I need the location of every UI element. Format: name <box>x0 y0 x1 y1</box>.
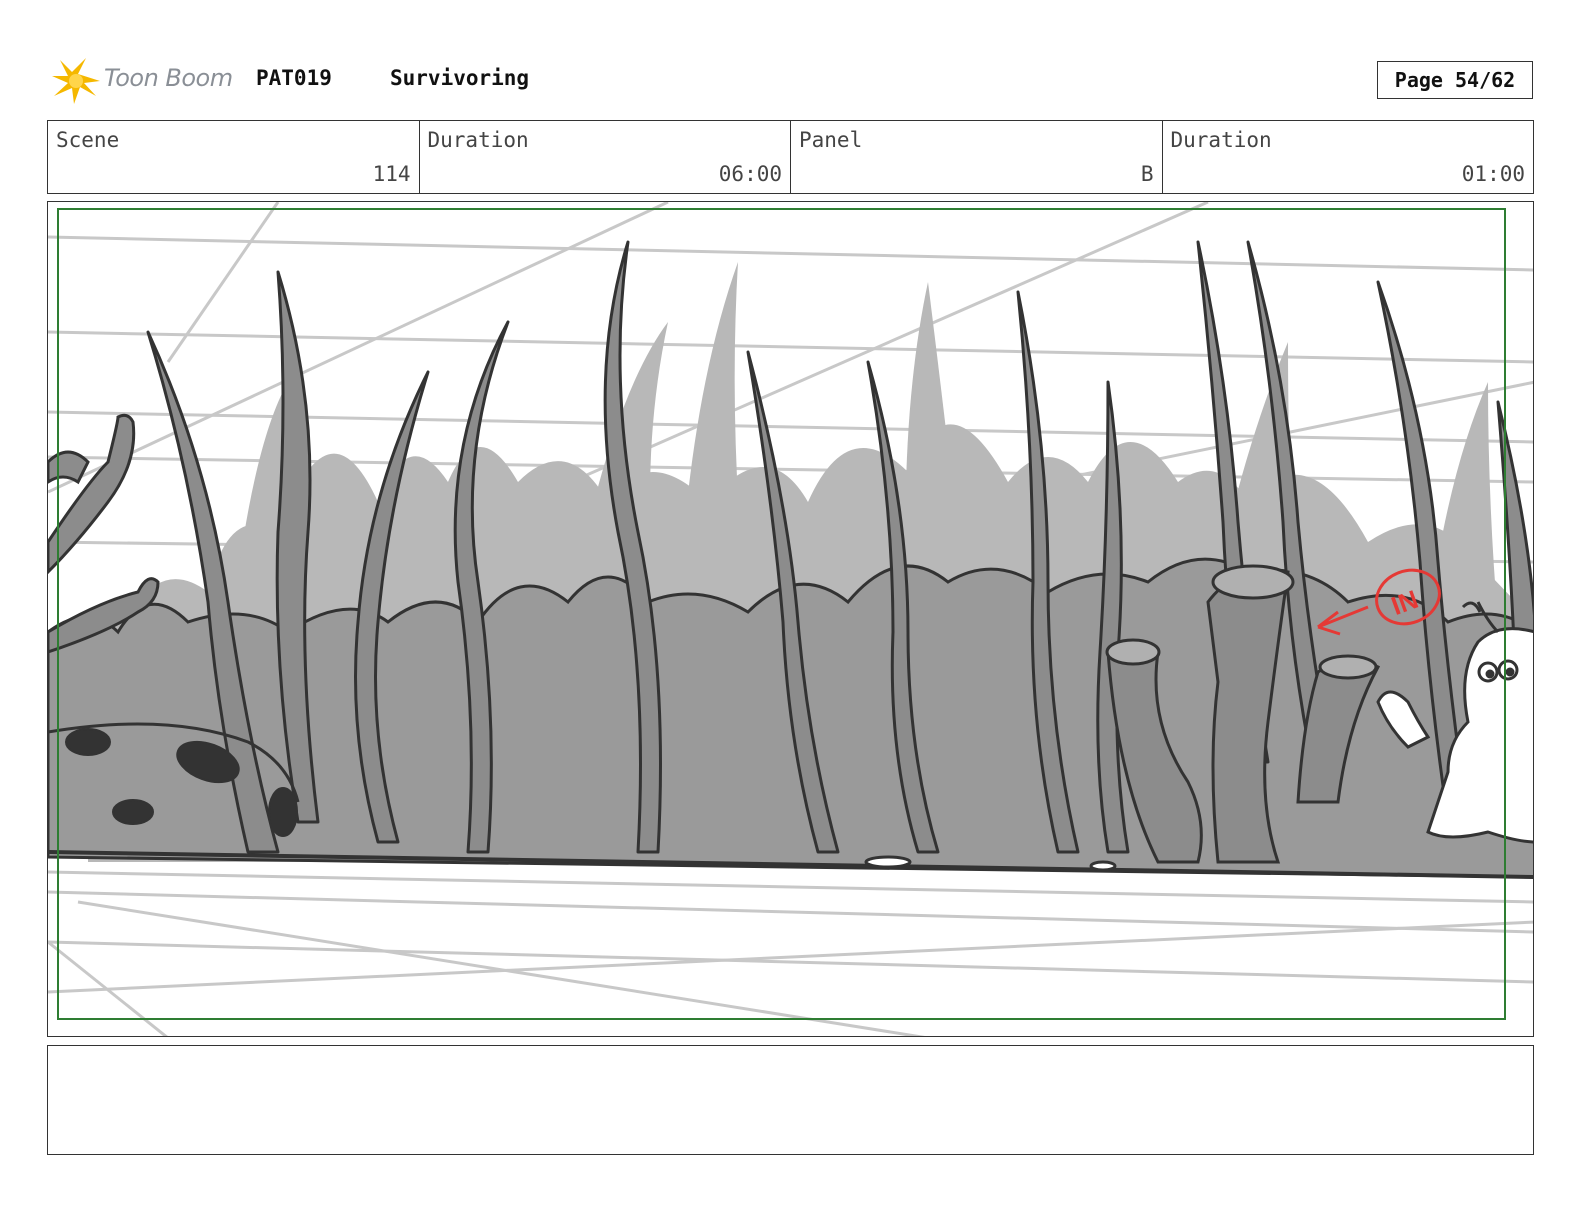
project-title: Survivoring <box>390 66 530 90</box>
scene-duration-cell: Duration 06:00 <box>420 121 791 193</box>
panel-duration-label: Duration <box>1170 128 1272 152</box>
panel-value: B <box>1140 162 1154 186</box>
toon-boom-logo: Toon Boom <box>50 56 240 106</box>
panel-cell: Panel B <box>791 121 1163 193</box>
panel-drawing: IN <box>48 202 1533 1036</box>
project-code: PAT019 <box>256 66 332 90</box>
panel-duration-cell: Duration 01:00 <box>1163 121 1534 193</box>
scene-cell: Scene 114 <box>48 121 420 193</box>
scene-info-table: Scene 114 Duration 06:00 Panel B Duratio… <box>47 120 1534 194</box>
scene-duration-value: 06:00 <box>718 162 782 186</box>
scene-duration-label: Duration <box>427 128 529 152</box>
starburst-icon <box>52 58 100 104</box>
logo-text: Toon Boom <box>104 64 233 92</box>
panel-label: Panel <box>799 128 863 152</box>
action-notes <box>47 1045 1534 1155</box>
panel-duration-value: 01:00 <box>1461 162 1525 186</box>
scene-value: 114 <box>372 162 411 186</box>
storyboard-panel: IN <box>47 201 1534 1037</box>
page-number: Page 54/62 <box>1377 61 1533 99</box>
scene-label: Scene <box>56 128 120 152</box>
